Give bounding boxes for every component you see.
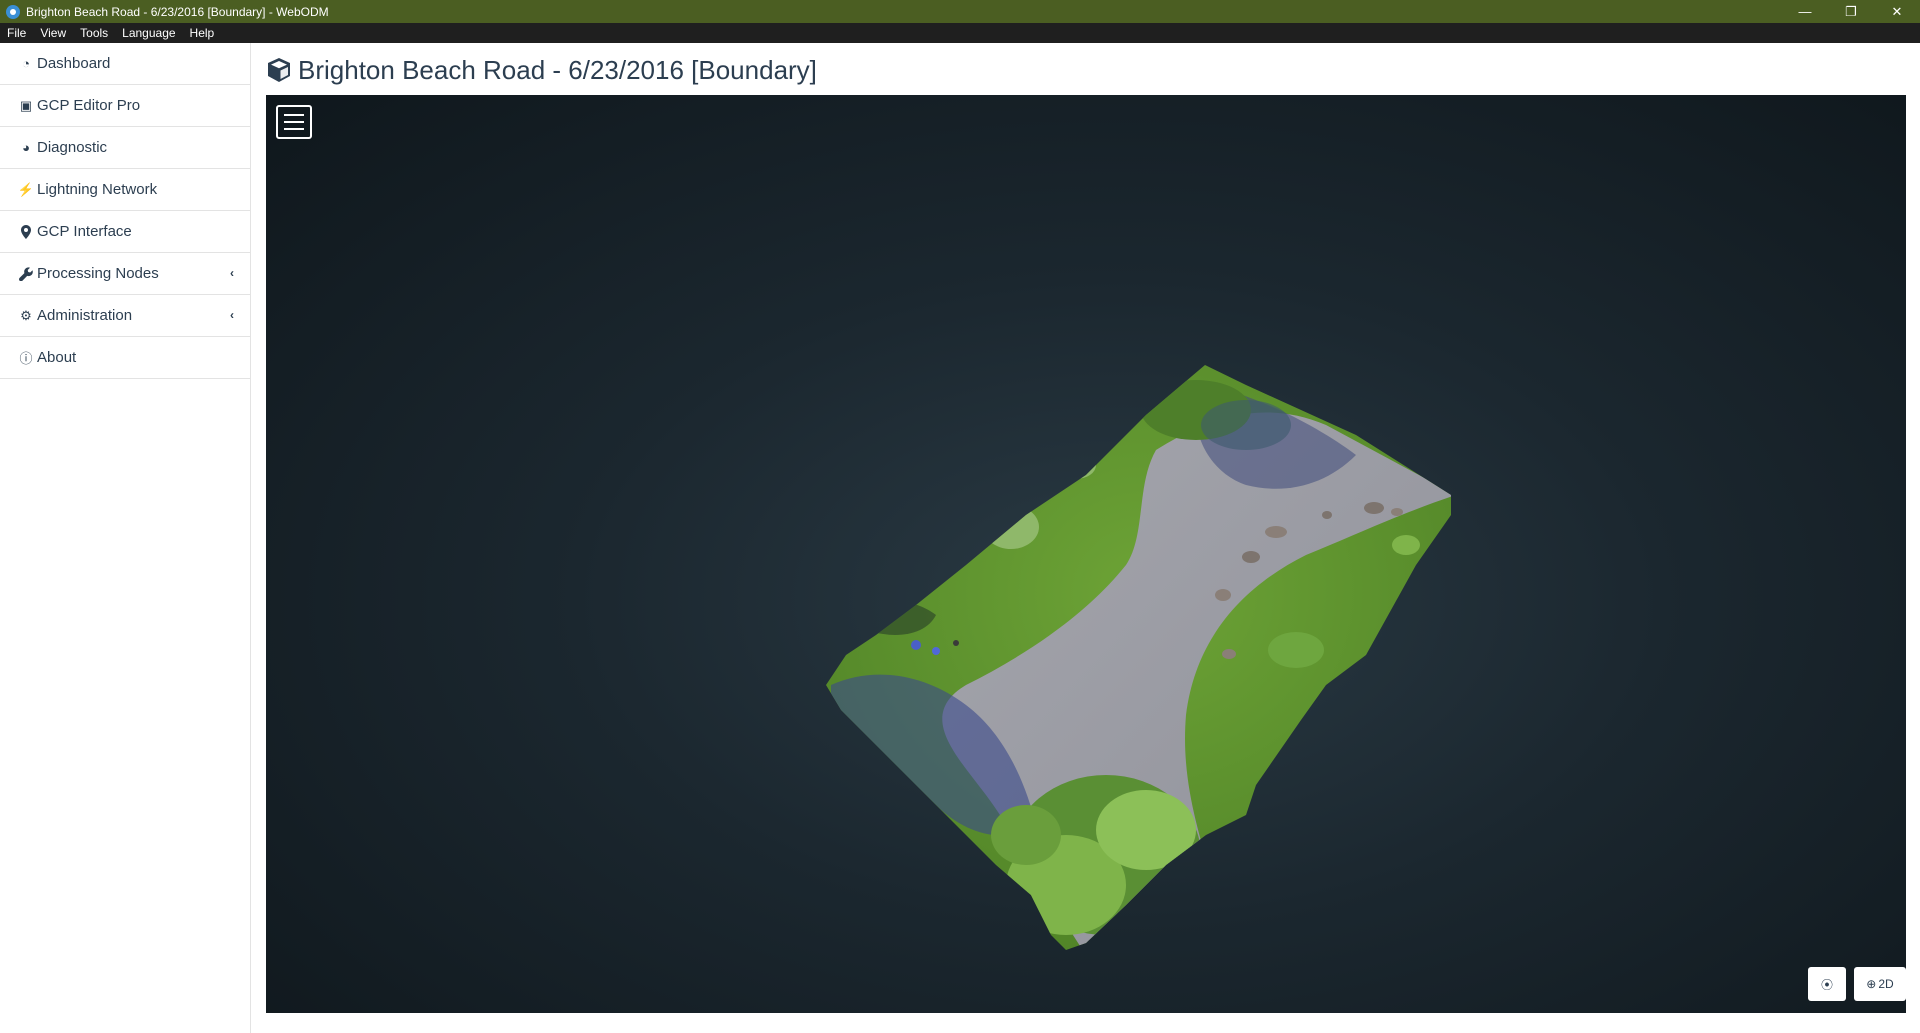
info-icon: ⓘ (19, 351, 33, 366)
bolt-icon: ⚡ (17, 181, 35, 197)
locate-button[interactable]: ⦿ (1808, 967, 1846, 1001)
menu-bar: File View Tools Language Help (0, 23, 1920, 43)
page-title: Brighton Beach Road - 6/23/2016 [Boundar… (298, 54, 817, 85)
menu-language[interactable]: Language (115, 23, 182, 43)
hamburger-line (284, 114, 304, 116)
sidebar-item-processing-nodes[interactable]: Processing Nodes ‹ (0, 253, 250, 295)
sidebar-item-diagnostic[interactable]: ◕ Diagnostic (0, 127, 250, 169)
globe-icon: ⊕ (1866, 977, 1877, 991)
cogs-icon: ⚙ (20, 307, 32, 323)
3d-model-viewer[interactable]: ⦿ ⊕ 2D (266, 95, 1906, 1013)
sidebar-item-label: Dashboard (37, 55, 111, 72)
sidebar-item-about[interactable]: ⓘ About (0, 337, 250, 379)
menu-tools[interactable]: Tools (73, 23, 115, 43)
sidebar-item-label: Lightning Network (37, 181, 158, 198)
dashboard-icon: ◔ (22, 56, 30, 71)
sidebar: ◔ Dashboard ▣ GCP Editor Pro ◕ Diagnosti… (0, 43, 251, 1033)
window-title-bar: Brighton Beach Road - 6/23/2016 [Boundar… (0, 0, 1920, 23)
sidebar-item-dashboard[interactable]: ◔ Dashboard (0, 43, 250, 85)
window-title: Brighton Beach Road - 6/23/2016 [Boundar… (26, 4, 329, 19)
restore-button[interactable]: ❐ (1828, 0, 1874, 23)
viewer-menu-button[interactable] (276, 105, 312, 139)
page-header: Brighton Beach Road - 6/23/2016 [Boundar… (266, 53, 817, 87)
wrench-icon (16, 266, 36, 282)
webodm-logo-icon (6, 4, 20, 19)
sidebar-item-label: GCP Editor Pro (37, 97, 141, 114)
sidebar-item-gcp-editor-pro[interactable]: ▣ GCP Editor Pro (0, 85, 250, 127)
cube-icon (268, 58, 290, 82)
sidebar-item-gcp-interface[interactable]: GCP Interface (0, 211, 250, 253)
chevron-left-icon[interactable]: ‹ (230, 266, 234, 280)
sidebar-item-label: Diagnostic (37, 139, 108, 156)
sidebar-item-label: About (37, 349, 77, 366)
sidebar-item-label: Processing Nodes (37, 265, 159, 282)
terrain-model[interactable] (266, 95, 1906, 1013)
crosshair-icon: ⦿ (1820, 977, 1833, 992)
sidebar-item-administration[interactable]: ⚙ Administration ‹ (0, 295, 250, 337)
main-content: Brighton Beach Road - 6/23/2016 [Boundar… (252, 43, 1920, 1033)
pie-chart-icon: ◕ (22, 140, 30, 155)
sidebar-item-lightning-network[interactable]: ⚡ Lightning Network (0, 169, 250, 211)
sidebar-item-label: Administration (37, 307, 133, 324)
close-button[interactable]: ✕ (1874, 0, 1920, 23)
minimize-button[interactable]: — (1782, 0, 1828, 23)
gcp-editor-icon: ▣ (19, 97, 33, 113)
map-marker-icon (16, 224, 36, 240)
hamburger-line (284, 128, 304, 130)
chevron-left-icon[interactable]: ‹ (230, 308, 234, 322)
menu-help[interactable]: Help (183, 23, 222, 43)
menu-file[interactable]: File (0, 23, 33, 43)
sidebar-item-label: GCP Interface (37, 223, 132, 240)
menu-view[interactable]: View (33, 23, 73, 43)
toggle-2d-label: 2D (1878, 977, 1894, 991)
toggle-2d-button[interactable]: ⊕ 2D (1854, 967, 1906, 1001)
window-controls: — ❐ ✕ (1782, 0, 1920, 23)
hamburger-line (284, 121, 304, 123)
